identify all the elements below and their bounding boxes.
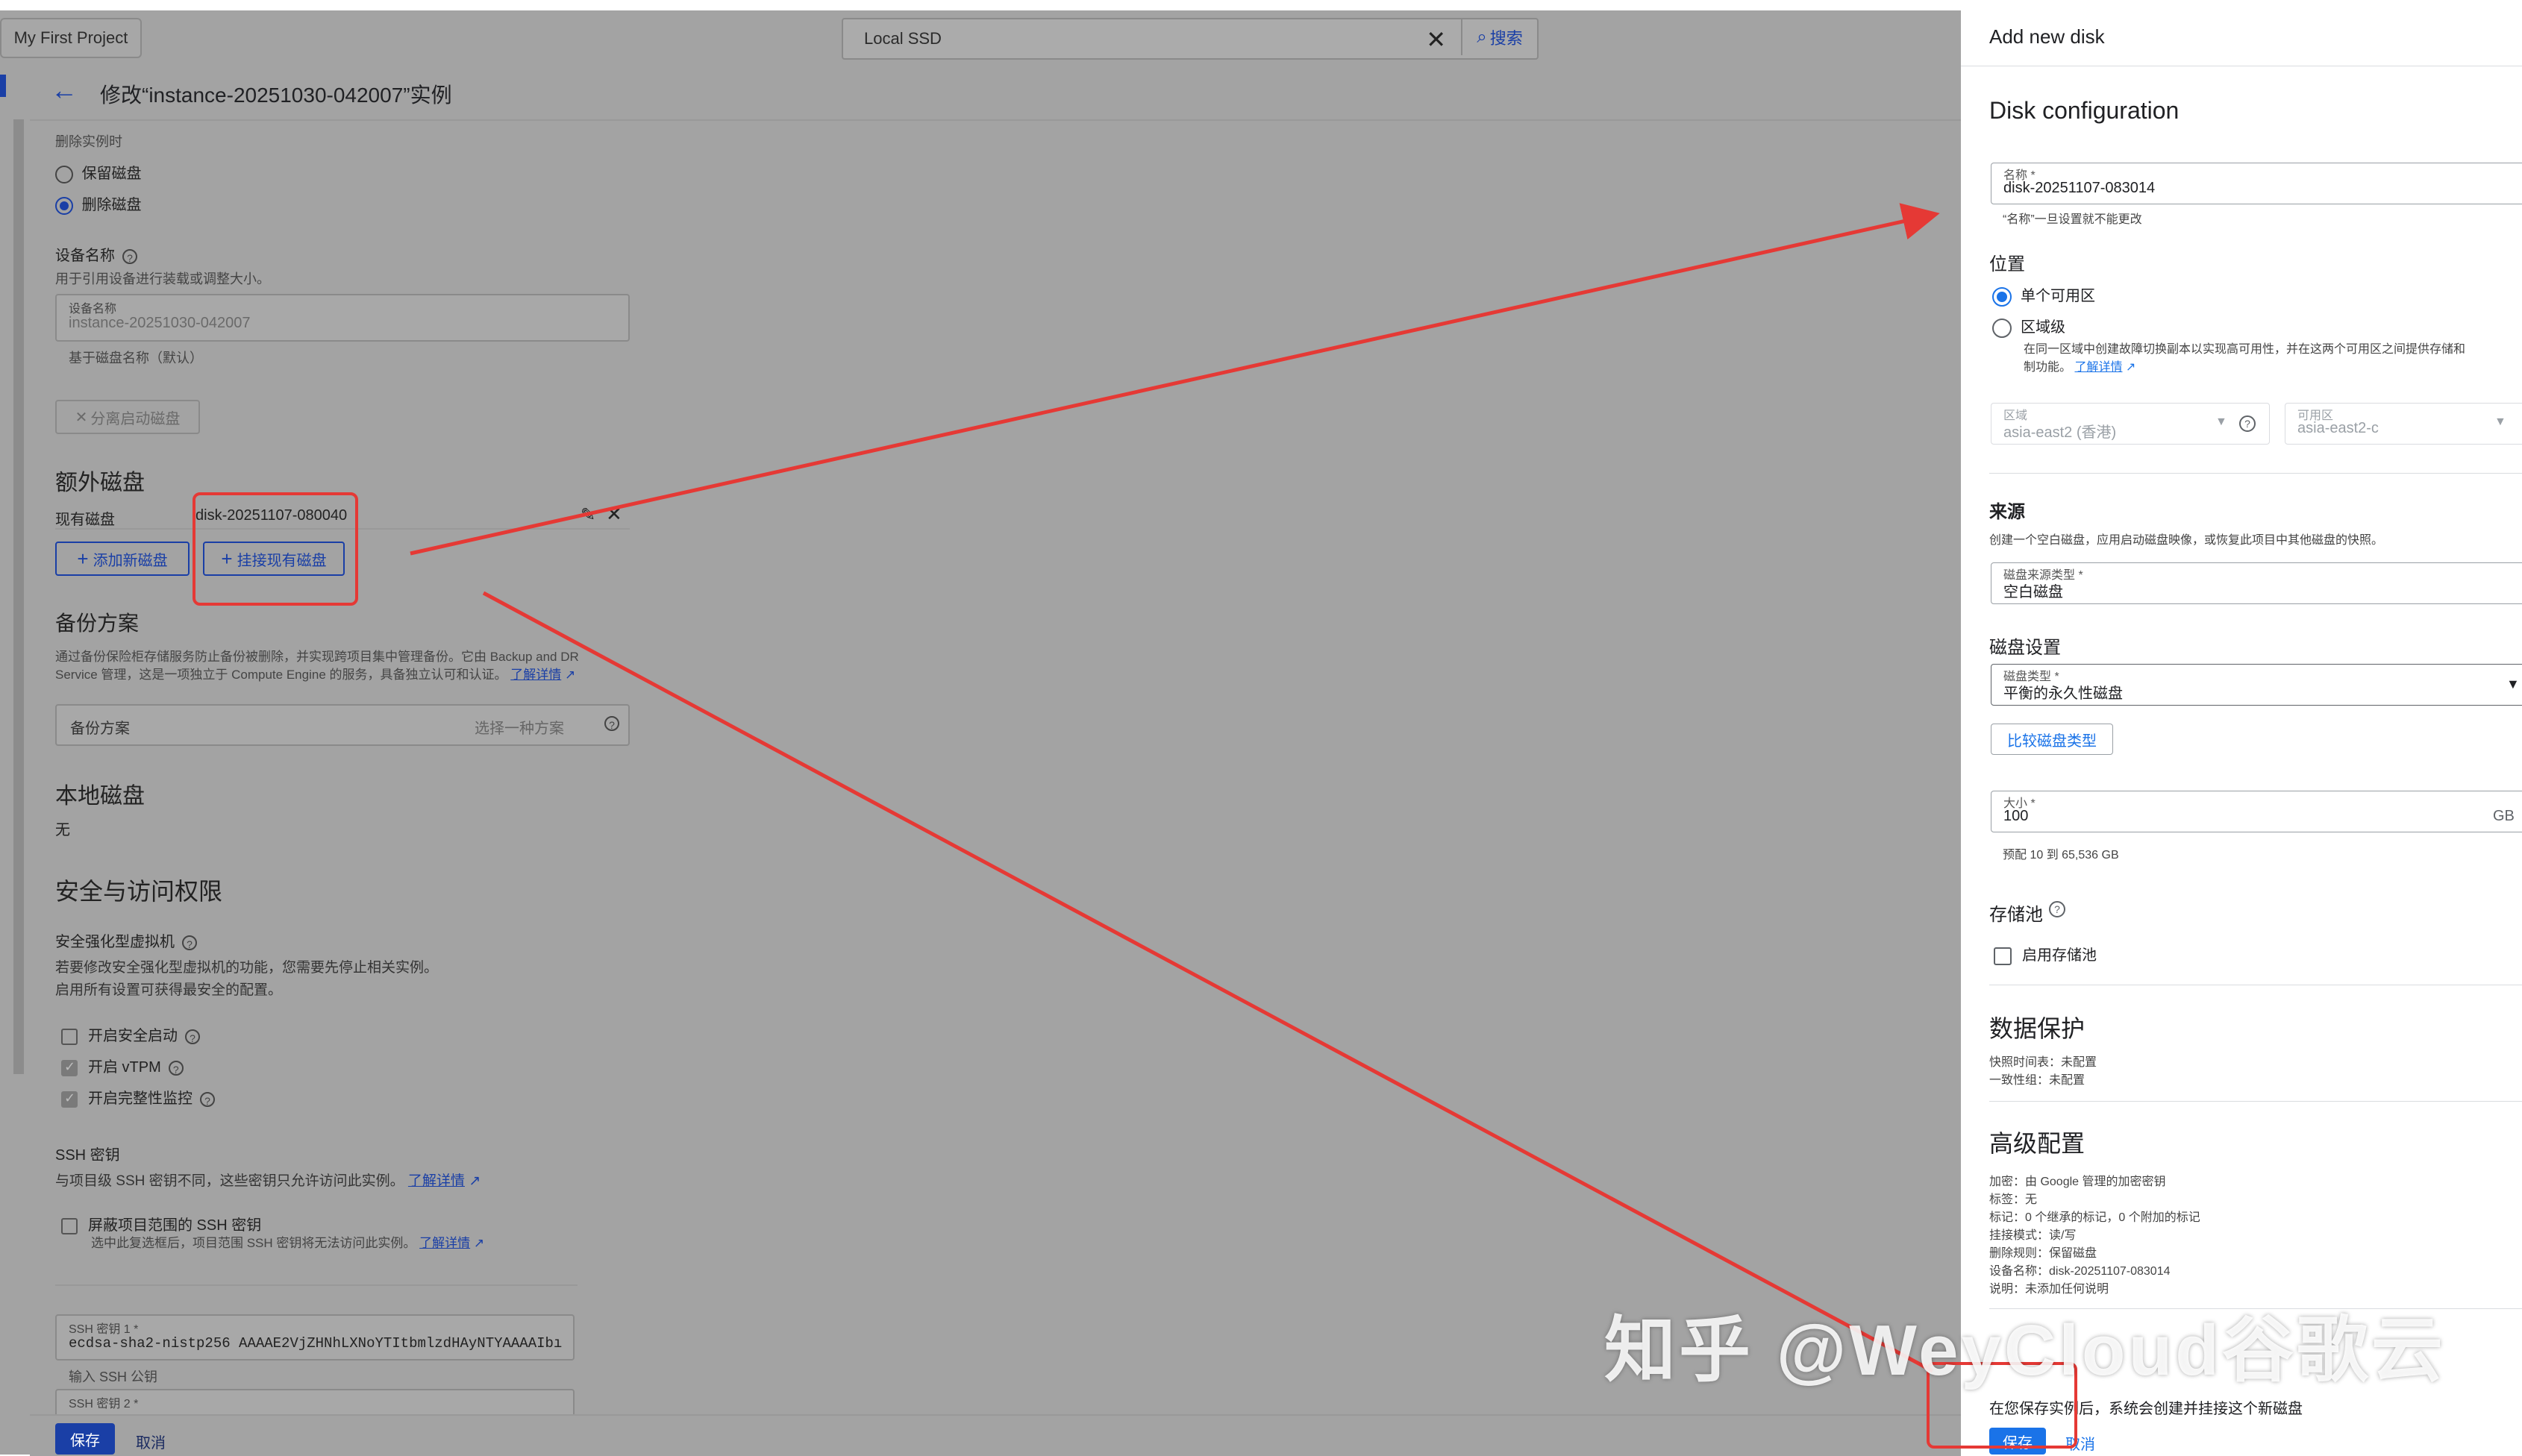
arrow-to-name-field bbox=[410, 203, 1940, 556]
highlight-attach-existing bbox=[193, 492, 358, 606]
watermark-text: 知乎 @WeyCloud谷歌云 bbox=[1604, 1311, 2446, 1390]
annotation-arrows bbox=[410, 203, 1940, 1373]
arrow-to-save-button bbox=[482, 591, 1934, 1373]
